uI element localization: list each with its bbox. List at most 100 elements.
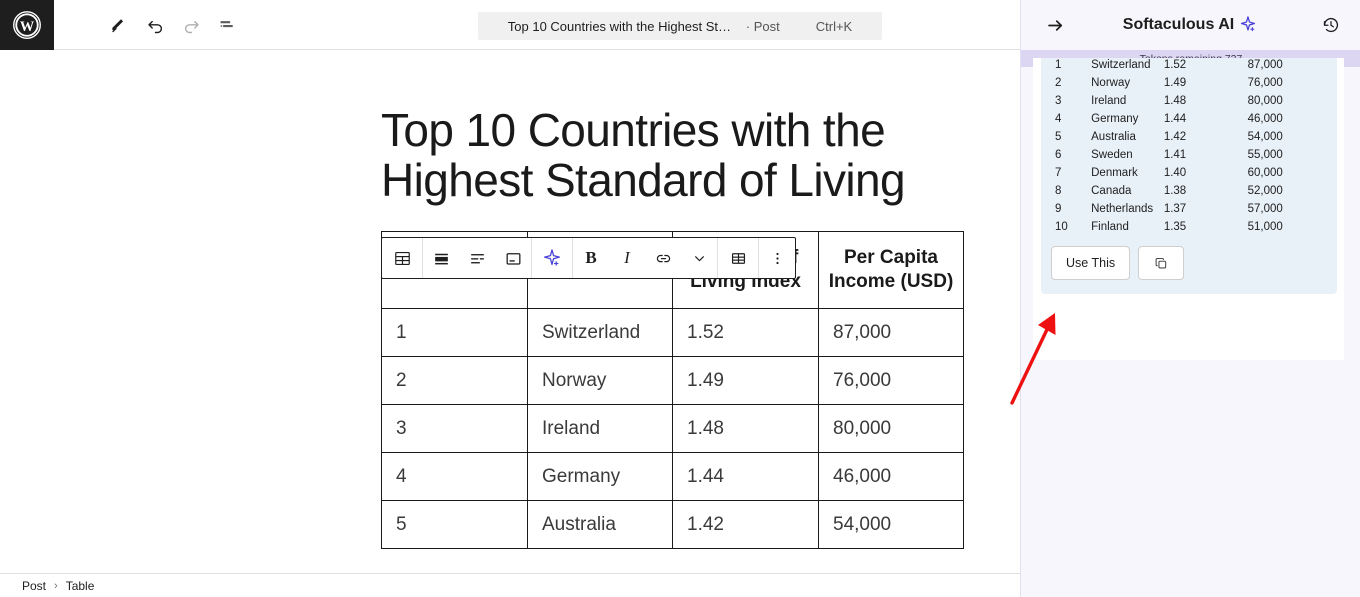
ai-response-cell: Switzerland — [1091, 59, 1151, 71]
ai-response-row: 5 Australia 1.42 54,000 — [1051, 128, 1327, 146]
ai-response-cell: 46,000 — [1247, 113, 1283, 125]
inline-format-group: B I — [572, 238, 717, 278]
bold-button[interactable]: B — [573, 238, 609, 278]
table-cell[interactable]: 4 — [381, 452, 528, 501]
edit-table-button[interactable] — [718, 238, 758, 278]
sparkle-star-icon — [1238, 14, 1259, 37]
more-formats-chevron-down-icon[interactable] — [681, 238, 717, 278]
ai-sparkle-icon[interactable] — [532, 238, 572, 278]
use-this-button[interactable]: Use This — [1051, 246, 1131, 280]
ai-response-card: Rank Country Living Index Income (USD) 1… — [1041, 58, 1337, 294]
ai-response-row: 1 Switzerland 1.52 87,000 — [1051, 58, 1327, 74]
table-row: 2 Norway 1.49 76,000 — [381, 356, 964, 405]
softaculous-ai-panel: Softaculous AI Tokens remaining 727 — [1020, 0, 1360, 597]
copy-icon[interactable] — [1138, 246, 1185, 280]
more-options-group — [758, 238, 795, 278]
ai-response-scroll-area[interactable]: Rank Country Living Index Income (USD) 1… — [1033, 58, 1344, 360]
breadcrumb-item-post[interactable]: Post — [22, 579, 46, 593]
undo-arrow-icon[interactable] — [141, 11, 169, 39]
table-row: 4 Germany 1.44 46,000 — [381, 452, 964, 501]
table-cell[interactable]: 2 — [381, 356, 528, 405]
command-center-title: Top 10 Countries with the Highest Stan..… — [507, 18, 738, 34]
ai-response-cell: 1.48 — [1163, 95, 1187, 107]
link-button[interactable] — [645, 238, 681, 278]
command-center-shortcut: Ctrl+K — [815, 18, 853, 34]
ai-response-cell: 51,000 — [1247, 221, 1283, 233]
table-cell[interactable]: 1 — [381, 308, 528, 357]
ai-response-cell: 76,000 — [1247, 77, 1283, 89]
command-center-button[interactable]: Top 10 Countries with the Highest Stan..… — [478, 12, 882, 40]
ai-response-cell: Ireland — [1091, 95, 1127, 107]
history-clock-icon[interactable] — [1317, 11, 1345, 39]
ai-response-cell: 57,000 — [1247, 203, 1283, 215]
ai-response-cell: 1 — [1055, 59, 1062, 71]
ai-response-row: 8 Canada 1.38 52,000 — [1051, 182, 1327, 200]
ai-response-cell: Norway — [1091, 77, 1131, 89]
table-cell[interactable]: 5 — [381, 500, 528, 549]
table-cell[interactable]: 46,000 — [818, 452, 964, 501]
table-cell[interactable]: Norway — [527, 356, 673, 405]
table-cell[interactable]: Australia — [527, 500, 673, 549]
more-options-button[interactable] — [759, 238, 795, 278]
breadcrumb-item-table[interactable]: Table — [66, 579, 95, 593]
editor-canvas: Top 10 Countries with the Highest Standa… — [0, 50, 1020, 573]
align-full-icon[interactable] — [423, 238, 459, 278]
ai-response-cell: 5 — [1055, 131, 1062, 143]
page-title[interactable]: Top 10 Countries with the Highest Standa… — [381, 105, 963, 205]
table-cell[interactable]: 87,000 — [818, 308, 964, 357]
table-cell[interactable]: 1.44 — [672, 452, 819, 501]
wordpress-logo-icon[interactable]: W — [0, 0, 54, 50]
ai-response-cell: Australia — [1091, 131, 1136, 143]
ai-response-actions: Use This — [1051, 246, 1327, 280]
ai-response-cell: 54,000 — [1247, 131, 1283, 143]
ai-response-row: 9 Netherlands 1.37 57,000 — [1051, 200, 1327, 218]
ai-response-cell: 9 — [1055, 203, 1062, 215]
ai-response-cell: Canada — [1091, 185, 1132, 197]
ai-response-cell: Netherlands — [1091, 203, 1154, 215]
table-cell[interactable]: Germany — [527, 452, 673, 501]
italic-button[interactable]: I — [609, 238, 645, 278]
ai-response-cell: 1.40 — [1163, 167, 1187, 179]
ai-response-cell: 1.37 — [1163, 203, 1187, 215]
table-cell[interactable]: 80,000 — [818, 404, 964, 453]
table-cell[interactable]: 1.48 — [672, 404, 819, 453]
ai-response-cell: 1.52 — [1163, 59, 1187, 71]
ai-response-cell: 10 — [1055, 221, 1068, 233]
table-cell[interactable]: Ireland — [527, 404, 673, 453]
table-cell[interactable]: 54,000 — [818, 500, 964, 549]
redo-arrow-icon[interactable] — [177, 11, 205, 39]
list-view-icon[interactable] — [213, 11, 241, 39]
caption-icon[interactable] — [495, 238, 531, 278]
block-type-group — [382, 238, 422, 278]
table-cell[interactable]: 76,000 — [818, 356, 964, 405]
table-row: 1 Switzerland 1.52 87,000 — [381, 308, 964, 357]
breadcrumb: Post › Table — [0, 573, 1020, 597]
ai-group — [531, 238, 572, 278]
block-type-table-icon[interactable] — [382, 238, 422, 278]
ai-response-row: 4 Germany 1.44 46,000 — [1051, 110, 1327, 128]
block-editor: W + — [0, 0, 1020, 597]
table-cell[interactable]: 1.49 — [672, 356, 819, 405]
table-cell[interactable]: Switzerland — [527, 308, 673, 357]
ai-response-cell: 6 — [1055, 149, 1062, 161]
ai-response-row: 2 Norway 1.49 76,000 — [1051, 74, 1327, 92]
table-header-cell[interactable]: Per Capita Income (USD) — [818, 231, 964, 309]
table-cell[interactable]: 1.52 — [672, 308, 819, 357]
table-edit-group — [717, 238, 758, 278]
table-cell[interactable]: 3 — [381, 404, 528, 453]
ai-response-row: 7 Denmark 1.40 60,000 — [1051, 164, 1327, 182]
block-toolbar: B I — [381, 237, 796, 279]
ai-response-cell: 8 — [1055, 185, 1062, 197]
ai-response-table: Rank Country Living Index Income (USD) 1… — [1051, 58, 1327, 236]
svg-text:W: W — [20, 19, 35, 35]
alignment-group — [422, 238, 531, 278]
pencil-icon[interactable] — [105, 11, 133, 39]
align-text-icon[interactable] — [459, 238, 495, 278]
ai-response-row: 3 Ireland 1.48 80,000 — [1051, 92, 1327, 110]
app-root: W + — [0, 0, 1360, 597]
ai-response-cell: 87,000 — [1247, 59, 1283, 71]
table-cell[interactable]: 1.42 — [672, 500, 819, 549]
breadcrumb-separator-icon: › — [54, 579, 58, 592]
ai-response-cell: Finland — [1091, 221, 1129, 233]
ai-response-cell: 1.49 — [1163, 77, 1187, 89]
